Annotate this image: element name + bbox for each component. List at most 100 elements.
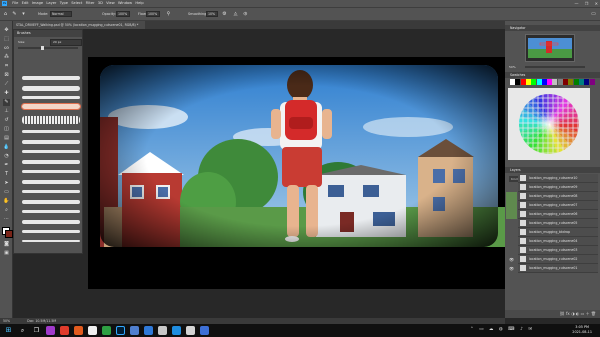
taskbar-app-icon[interactable] (186, 326, 195, 335)
shape-tool-icon[interactable]: ▭ (3, 189, 10, 196)
brush-preset-15[interactable] (22, 220, 80, 224)
blur-tool-icon[interactable]: 💧 (3, 144, 10, 151)
swatch-color[interactable] (515, 79, 521, 85)
layer-visibility-icon[interactable]: 👁 (506, 255, 517, 264)
move-tool-icon[interactable]: ✥ (3, 27, 10, 34)
gradient-tool-icon[interactable]: ▤ (3, 135, 10, 142)
brush-preset-12[interactable] (22, 190, 80, 193)
minimize-button[interactable]: — (574, 1, 578, 6)
symmetry-icon[interactable]: ⦶ (242, 11, 249, 18)
layer-row[interactable]: location_mugging_cutscene04 (518, 237, 598, 246)
brush-size-slider-knob[interactable] (40, 46, 44, 50)
layer-row[interactable]: location_mugging_cutscene05 (518, 219, 598, 228)
taskbar-app-icon[interactable] (144, 326, 153, 335)
brush-preset-13[interactable] (22, 200, 80, 204)
layer-visibility-icon[interactable] (506, 228, 517, 237)
menu-view[interactable]: View (106, 0, 115, 7)
swatch-color[interactable] (568, 79, 574, 85)
path-select-icon[interactable]: ➤ (3, 180, 10, 187)
brush-preset-4-selected[interactable] (21, 103, 81, 110)
brush-preset-2[interactable] (22, 86, 80, 91)
swatches-panel-title[interactable]: Swatches (505, 72, 600, 78)
layer-row[interactable]: location_mugging_cutscene01 (518, 264, 598, 273)
mode-select[interactable]: Normal (50, 11, 72, 17)
swatch-color[interactable] (584, 79, 590, 85)
layer-row[interactable]: location_mugging_cutscene09 (518, 183, 598, 192)
document-tab[interactable]: STAL_DRIVEFF_Walking.psd @ 50% (location… (13, 21, 145, 29)
brush-size-field[interactable]: 20 px (50, 39, 82, 46)
airbrush-icon[interactable]: ⚲ (165, 11, 172, 18)
menu-image[interactable]: Image (32, 0, 43, 7)
menu-edit[interactable]: Edit (22, 0, 29, 7)
edit-toolbar-icon[interactable]: ⋯ (3, 216, 10, 223)
brush-preset-14[interactable] (22, 210, 80, 213)
workspace-icon[interactable]: ▭ (590, 11, 597, 18)
screen-mode-icon[interactable]: ▣ (3, 250, 10, 257)
brush-tool-preset-icon[interactable]: ✎ (11, 11, 18, 18)
swatch-color[interactable] (531, 79, 537, 85)
swatch-color[interactable] (563, 79, 568, 85)
menu-type[interactable]: Type (60, 0, 68, 7)
layer-visibility-icon[interactable]: 👁 (506, 264, 517, 273)
navigator-zoom[interactable]: 50% (509, 65, 516, 69)
menu-window[interactable]: Window (118, 0, 132, 7)
swatch-color[interactable] (510, 79, 515, 85)
brush-preset-9[interactable] (22, 160, 80, 164)
swatch-color[interactable] (557, 79, 563, 85)
brush-size-slider[interactable] (18, 46, 78, 50)
swatches-grid[interactable] (507, 87, 590, 160)
layer-row[interactable]: location_mugging_bkdrop (518, 228, 598, 237)
pen-tool-icon[interactable]: ✒ (3, 162, 10, 169)
swatch-color[interactable] (589, 79, 595, 85)
brush-preset-8[interactable] (22, 150, 80, 153)
layer-visibility-icon[interactable] (506, 192, 517, 201)
brush-preset-5[interactable] (22, 116, 80, 124)
restore-button[interactable]: ❐ (585, 1, 589, 6)
taskbar-app-icon[interactable] (46, 326, 55, 335)
layer-row[interactable]: location_mugging_cutscene10 (518, 174, 598, 183)
system-tray-icons[interactable]: ⌃ ▭ ☁ ◍ ⌨ ♪ ✉ (470, 327, 534, 332)
history-brush-icon[interactable]: ↺ (3, 117, 10, 124)
brush-preset-11[interactable] (22, 180, 80, 184)
navigator-thumbnail[interactable] (525, 34, 575, 62)
swatch-color[interactable] (541, 79, 547, 85)
layer-visibility-icon[interactable] (506, 210, 517, 219)
taskbar-app-icon[interactable] (130, 326, 139, 335)
menu-layer[interactable]: Layer (46, 0, 56, 7)
crop-tool-icon[interactable]: ⌗ (3, 63, 10, 70)
layer-row[interactable]: location_mugging_cutscene08 (518, 192, 598, 201)
document-canvas[interactable] (88, 57, 505, 289)
taskbar-app-icon[interactable] (88, 326, 97, 335)
eraser-tool-icon[interactable]: ◫ (3, 126, 10, 133)
opacity-field[interactable]: 100% (116, 11, 130, 17)
brush-preset-10[interactable] (22, 170, 80, 173)
layer-visibility-icon[interactable] (506, 201, 517, 210)
menu-filter[interactable]: Filter (86, 0, 95, 7)
lasso-tool-icon[interactable]: ᔕ (3, 45, 10, 52)
layer-row[interactable]: location_mugging_cutscene06 (518, 210, 598, 219)
brush-preset-16[interactable] (22, 230, 80, 233)
taskbar-app-icon[interactable] (60, 326, 69, 335)
menu-3d[interactable]: 3D (98, 0, 103, 7)
layer-visibility-icon[interactable] (506, 219, 517, 228)
layer-row[interactable]: location_mugging_cutscene03 (518, 246, 598, 255)
eyedropper-tool-icon[interactable]: ⟋ (3, 81, 10, 88)
taskbar-app-icon[interactable] (158, 326, 167, 335)
navigator-zoom-slider[interactable] (525, 66, 585, 68)
home-icon[interactable]: ⌂ (2, 11, 9, 18)
task-view-icon[interactable]: ❐ (32, 326, 41, 335)
quick-select-tool-icon[interactable]: ⁂ (3, 54, 10, 61)
brush-preset-3[interactable] (22, 96, 80, 99)
smoothing-options-icon[interactable]: ⚙ (221, 11, 228, 18)
clone-stamp-icon[interactable]: ⊥ (3, 108, 10, 115)
zoom-tool-icon[interactable]: ⌕ (3, 207, 10, 214)
brush-preset-7[interactable] (22, 140, 80, 144)
layer-visibility-icon[interactable] (506, 174, 517, 183)
type-tool-icon[interactable]: T (3, 171, 10, 178)
angle-icon[interactable]: ◬ (232, 11, 239, 18)
swatch-color[interactable] (525, 79, 531, 85)
frame-tool-icon[interactable]: ⊠ (3, 72, 10, 79)
layer-row[interactable]: location_mugging_cutscene02 (518, 255, 598, 264)
menu-file[interactable]: File (12, 0, 18, 7)
start-button-icon[interactable]: ⊞ (4, 326, 13, 335)
